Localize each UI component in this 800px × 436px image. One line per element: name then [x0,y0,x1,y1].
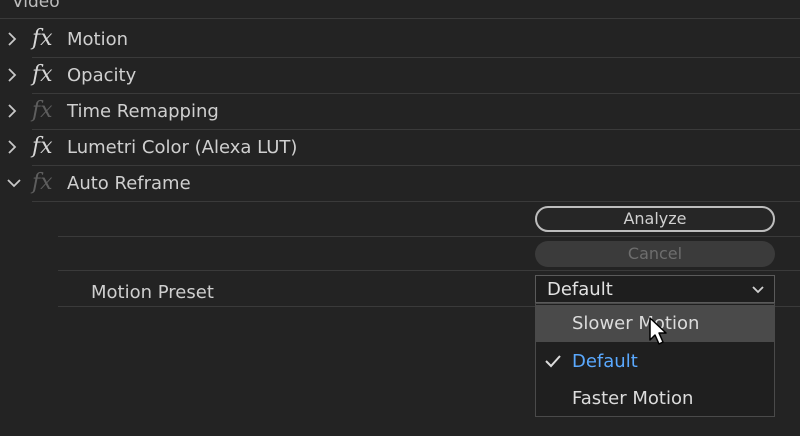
effect-label: Motion [67,29,129,50]
section-label: Video [12,0,60,12]
effect-row-auto-reframe[interactable]: fx Auto Reframe [0,166,800,202]
effect-row-opacity[interactable]: fx Opacity [0,58,800,94]
effect-label: Lumetri Color (Alexa LUT) [67,137,298,158]
effect-row-lumetri-color[interactable]: fx Lumetri Color (Alexa LUT) [0,130,800,166]
row-divider [58,270,800,271]
menu-item-label: Slower Motion [572,313,700,334]
effect-label: Opacity [67,65,137,86]
menu-item-faster-motion[interactable]: Faster Motion [536,380,774,417]
menu-item-label: Faster Motion [572,388,694,409]
row-divider [58,236,800,237]
section-divider [0,18,800,19]
fx-icon[interactable]: fx [32,170,53,195]
chevron-right-icon[interactable] [6,138,20,156]
cancel-button[interactable]: Cancel [535,241,775,267]
chevron-right-icon[interactable] [6,66,20,84]
checkmark-icon [544,353,562,374]
chevron-right-icon[interactable] [6,102,20,120]
chevron-right-icon[interactable] [6,30,20,48]
motion-preset-select[interactable]: Default [535,275,775,303]
fx-icon[interactable]: fx [32,134,53,159]
analyze-button[interactable]: Analyze [535,206,775,232]
fx-icon[interactable]: fx [32,98,53,123]
chevron-down-icon[interactable] [6,174,21,192]
motion-preset-label: Motion Preset [91,282,214,303]
motion-preset-value: Default [547,279,613,300]
fx-icon[interactable]: fx [32,62,53,87]
effect-label: Time Remapping [67,101,219,122]
mouse-cursor-icon [648,316,670,351]
row-divider [32,201,800,202]
fx-icon[interactable]: fx [32,26,53,51]
effect-label: Auto Reframe [67,173,191,194]
menu-item-label: Default [572,351,638,372]
effect-row-motion[interactable]: fx Motion [0,22,800,58]
effect-row-time-remapping[interactable]: fx Time Remapping [0,94,800,130]
chevron-down-icon[interactable] [751,281,765,302]
